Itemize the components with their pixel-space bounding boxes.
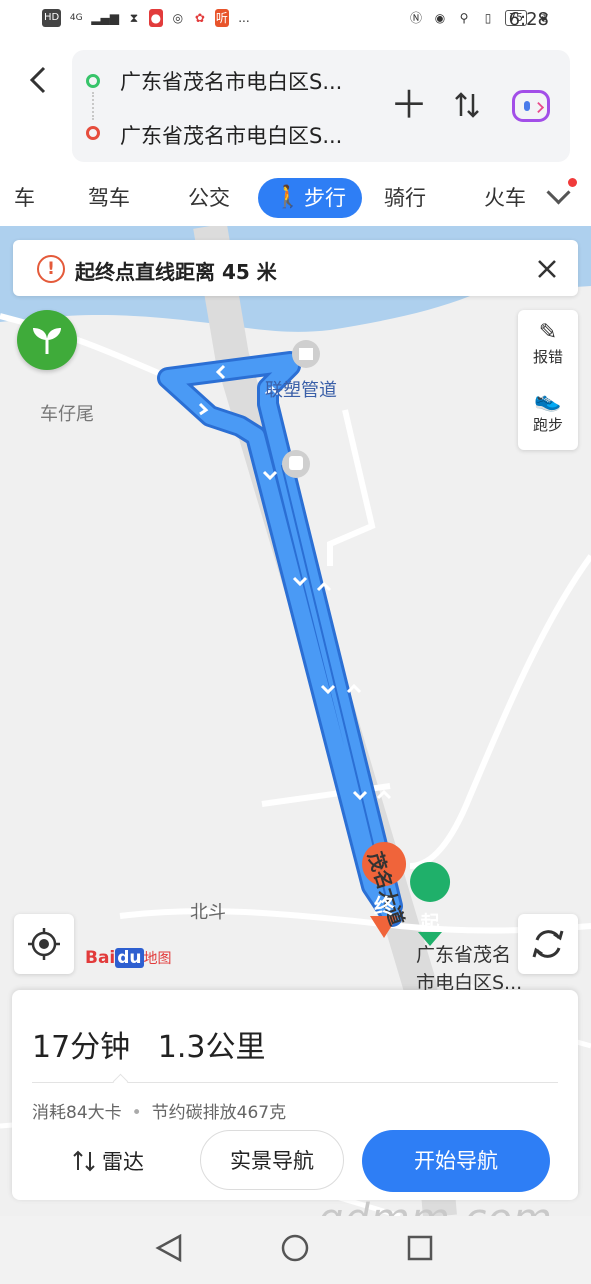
route-summary-card: 17分钟 1.3公里 消耗84大卡 • 节约碳排放467克 雷达 实景导航 开始导航	[12, 990, 578, 1200]
sprout-icon	[33, 328, 61, 354]
duration: 17分钟	[32, 1030, 131, 1065]
eye-icon: ◉	[434, 11, 446, 25]
signal-icon: ▂▄▆	[91, 11, 119, 25]
side-road	[409, 554, 591, 869]
new-badge-dot	[568, 178, 577, 187]
running-button[interactable]: 👟 跑步	[518, 388, 578, 435]
hourglass-icon: ⧗	[129, 11, 139, 25]
tab-transit[interactable]: 公交	[188, 178, 230, 218]
start-navigation-button[interactable]: 开始导航	[362, 1130, 550, 1192]
eco-sprout-button[interactable]	[17, 310, 77, 370]
tab-walk-label: 步行	[304, 186, 346, 210]
location-icon: ⚲	[459, 11, 469, 25]
more-notifications-icon: ...	[238, 11, 250, 25]
poi-shop-glyph	[299, 348, 313, 360]
ar-navigation-button[interactable]: 实景导航	[200, 1130, 344, 1190]
route-connector	[92, 92, 94, 120]
chevron-left-icon	[29, 66, 46, 94]
alert-text: 起终点直线距离 45 米	[75, 260, 277, 284]
card-caret	[112, 1073, 129, 1090]
wechat-icon: ◎	[172, 11, 184, 25]
side-road	[327, 409, 376, 566]
back-triangle-icon[interactable]	[155, 1233, 182, 1263]
tab-walk[interactable]: 🚶 步行	[258, 178, 362, 218]
tab-drive[interactable]: 驾车	[88, 178, 130, 218]
start-place-label-line1: 广东省茂名	[416, 944, 512, 966]
tingting-icon: 听	[214, 9, 229, 27]
system-nav-bar	[0, 1216, 591, 1280]
route-extra-info: 消耗84大卡 • 节约碳排放467克	[32, 1098, 286, 1123]
home-circle-icon[interactable]	[281, 1234, 309, 1262]
map-side-tools: ✎ 报错 👟 跑步	[518, 310, 578, 450]
back-button[interactable]	[22, 62, 58, 98]
network-4g-icon: 4G	[69, 13, 83, 23]
radar-label: 雷达	[102, 1150, 144, 1174]
swap-icon	[455, 92, 479, 118]
more-tabs-chevron-icon[interactable]	[548, 184, 570, 206]
walking-person-icon: 🚶	[274, 185, 302, 210]
map-label-area: 北斗	[190, 902, 226, 923]
tab-taxi[interactable]: 车	[14, 178, 35, 218]
start-point-icon	[86, 74, 100, 88]
voice-assistant-button[interactable]	[512, 90, 550, 122]
start-location-field[interactable]: 广东省茂名市电白区S...	[120, 66, 342, 96]
status-left-icons: HD 4G ▂▄▆ ⧗ ● ◎ ✿ 听 ...	[42, 9, 251, 27]
bus-glyph	[289, 456, 303, 470]
tab-train[interactable]: 火车	[484, 178, 526, 218]
baidu-map-logo: Bai du 地图	[85, 948, 172, 968]
crosshair-icon	[28, 928, 60, 960]
recents-square-icon[interactable]	[407, 1235, 433, 1261]
end-marker-label: 终	[374, 894, 394, 918]
edit-icon: ✎	[538, 320, 558, 345]
report-error-label: 报错	[532, 348, 563, 366]
distance: 1.3公里	[157, 1030, 266, 1065]
locate-button[interactable]	[14, 914, 74, 974]
route-summary: 17分钟 1.3公里	[32, 1022, 283, 1066]
map-label-village: 车仔尾	[40, 404, 94, 425]
radar-icon	[73, 1150, 95, 1172]
running-label: 跑步	[532, 416, 563, 434]
walking-route	[157, 351, 403, 927]
hd-icon: HD	[42, 9, 62, 27]
huawei-icon: ✿	[194, 11, 205, 25]
start-marker-icon	[410, 862, 451, 902]
refresh-icon	[532, 930, 564, 958]
route-header: 广东省茂名市电白区S... 广东省茂名市电白区S... ＋	[0, 40, 591, 170]
radar-button[interactable]: 雷达	[72, 1146, 144, 1176]
exclamation-icon: !	[37, 255, 65, 283]
nfc-icon: Ⓝ	[409, 11, 422, 25]
end-location-field[interactable]: 广东省茂名市电白区S...	[120, 120, 342, 150]
tab-bike[interactable]: 骑行	[384, 178, 426, 218]
calories-text: 消耗84大卡	[32, 1103, 122, 1123]
report-error-button[interactable]: ✎ 报错	[518, 320, 578, 367]
refresh-route-button[interactable]	[518, 914, 578, 974]
alert-close-button[interactable]	[536, 252, 558, 287]
sneaker-icon: 👟	[534, 388, 562, 413]
transport-mode-tabs: 车 驾车 公交 🚶 步行 骑行 火车	[0, 170, 591, 226]
close-icon	[538, 260, 556, 278]
add-waypoint-button[interactable]: ＋	[390, 86, 428, 124]
route-input-box: 广东省茂名市电白区S... 广东省茂名市电白区S... ＋	[72, 50, 570, 162]
distance-alert: ! 起终点直线距离 45 米	[13, 240, 578, 296]
clock: 6:28	[508, 9, 549, 30]
end-point-icon	[86, 126, 100, 140]
system-nav-icons	[155, 1233, 433, 1263]
map-label-poi: 联塑管道	[265, 380, 337, 401]
info-separator: •	[131, 1103, 142, 1123]
card-divider	[32, 1082, 558, 1083]
start-marker-label: 起	[420, 912, 440, 934]
status-bar: HD 4G ▂▄▆ ⧗ ● ◎ ✿ 听 ... Ⓝ ◉ ⚲ ▯ 75 ❦ 6:2…	[0, 0, 591, 40]
vibrate-icon: ▯	[484, 11, 492, 25]
mic-icon: ●	[148, 9, 163, 27]
swap-route-button[interactable]	[452, 90, 482, 127]
carbon-text: 节约碳排放467克	[151, 1103, 287, 1123]
